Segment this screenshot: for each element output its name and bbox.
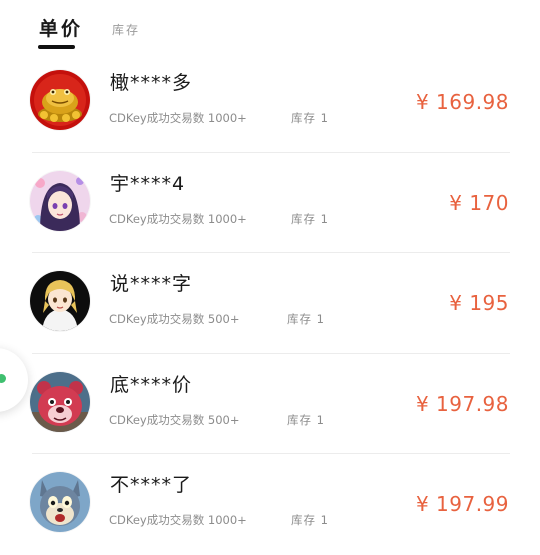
stock-count: 库存 1 (291, 111, 329, 125)
stock-count: 库存 1 (287, 412, 325, 427)
price: ¥ 169.98 (415, 90, 509, 114)
trade-count: CDKey成功交易数 500+ (109, 412, 240, 427)
cartoon-cat-avatar (30, 472, 90, 532)
seller-list: 橄****多 CDKey成功交易数 1000+ 库存 1 ¥ 169.98 宇*… (0, 52, 540, 555)
seller-name: 橄****多 (110, 72, 193, 94)
stock-count: 库存 1 (287, 312, 325, 326)
price: ¥ 170 (449, 190, 509, 215)
sort-tabs: 单价 库存 (0, 0, 540, 56)
anime-girl-avatar (30, 170, 90, 231)
seller-row[interactable]: 橄****多 CDKey成功交易数 1000+ 库存 1 ¥ 169.98 (0, 52, 540, 153)
price: ¥ 197.99 (415, 492, 509, 516)
price: ¥ 197.98 (415, 391, 509, 416)
seller-name: 不****了 (110, 474, 193, 496)
seller-name: 宇****4 (110, 172, 186, 195)
trade-count: CDKey成功交易数 1000+ (109, 111, 247, 125)
anime-character-avatar (30, 271, 90, 331)
trade-count: CDKey成功交易数 1000+ (109, 211, 247, 226)
seller-row[interactable]: 底****价 CDKey成功交易数 500+ 库存 1 ¥ 197.98 (0, 354, 540, 455)
trade-count: CDKey成功交易数 500+ (109, 312, 240, 326)
golden-toad-avatar (30, 70, 90, 130)
tab-stock[interactable]: 库存 (112, 21, 140, 38)
seller-row[interactable]: 说****字 CDKey成功交易数 500+ 库存 1 ¥ 195 (0, 253, 540, 354)
stock-count: 库存 1 (291, 513, 329, 527)
status-dot-icon (0, 374, 6, 383)
seller-name: 说****字 (110, 273, 193, 295)
red-bear-avatar (30, 371, 90, 432)
price: ¥ 195 (449, 291, 509, 315)
stock-count: 库存 1 (291, 211, 329, 226)
active-tab-indicator (38, 45, 75, 49)
seller-row[interactable]: 不****了 CDKey成功交易数 1000+ 库存 1 ¥ 197.99 (0, 454, 540, 555)
seller-name: 底****价 (110, 373, 193, 396)
seller-row[interactable]: 宇****4 CDKey成功交易数 1000+ 库存 1 ¥ 170 (0, 153, 540, 254)
trade-count: CDKey成功交易数 1000+ (109, 513, 247, 527)
tab-unit-price[interactable]: 单价 (39, 14, 83, 41)
